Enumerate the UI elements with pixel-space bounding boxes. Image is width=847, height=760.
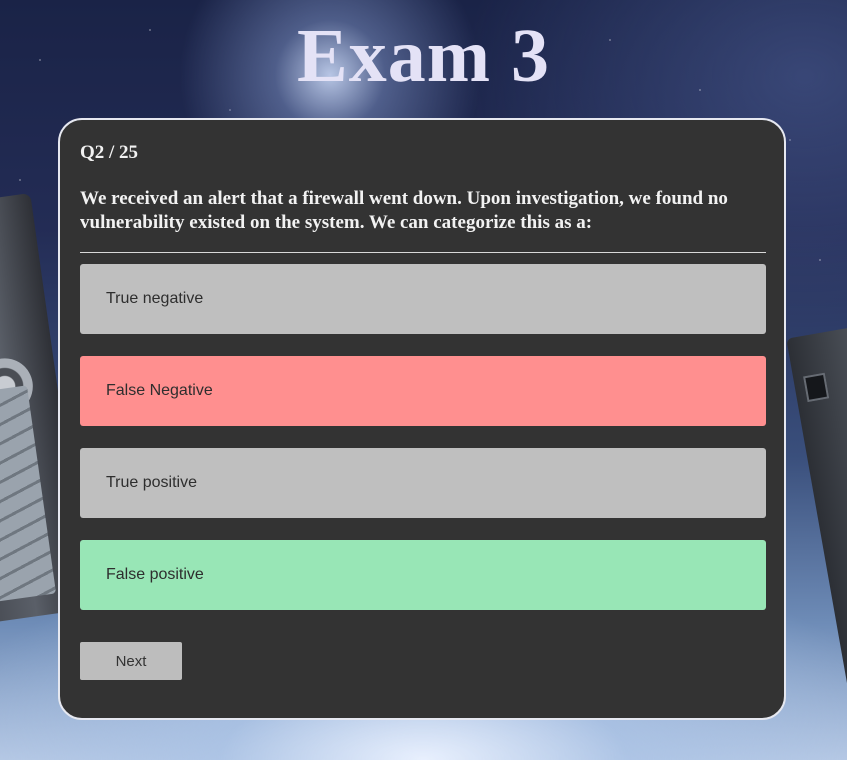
floppy-shutter [0,385,57,605]
quiz-card: Q2 / 25 We received an alert that a fire… [58,118,786,720]
next-button[interactable]: Next [80,642,182,680]
answer-option-false-negative[interactable]: False Negative [80,356,766,426]
answer-option-true-positive[interactable]: True positive [80,448,766,518]
question-text: We received an alert that a firewall wen… [80,188,728,233]
answer-option-true-negative[interactable]: True negative [80,264,766,334]
question-counter: Q2 / 25 [80,142,139,163]
divider [80,252,766,253]
floppy-write-protect-slot [803,372,830,403]
page-title: Exam 3 [297,14,550,98]
answer-option-false-positive[interactable]: False positive [80,540,766,610]
